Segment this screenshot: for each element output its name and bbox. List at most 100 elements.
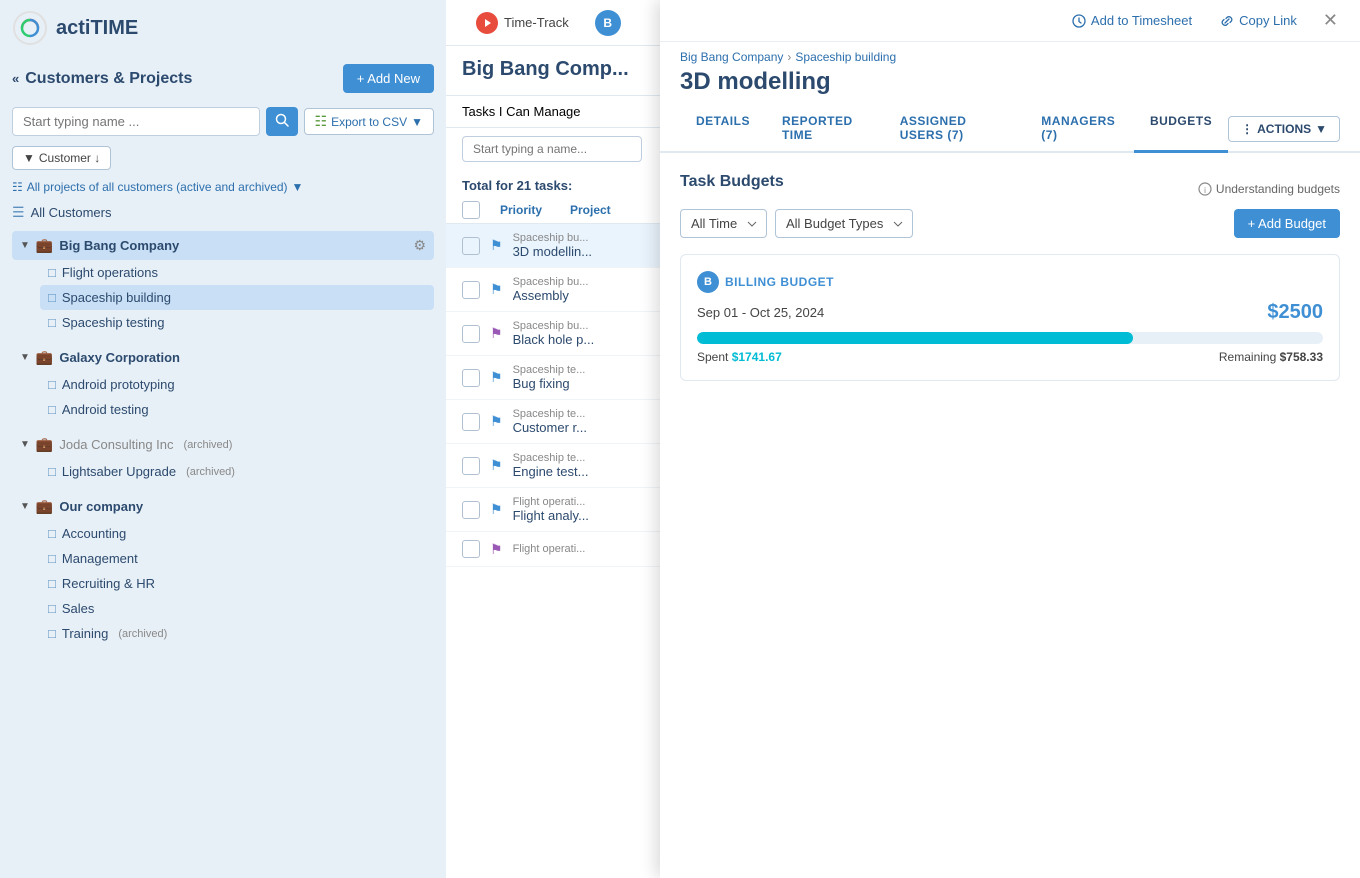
select-all-check[interactable] (462, 201, 490, 219)
tab-managers[interactable]: MANAGERS (7) (1025, 106, 1134, 153)
sidebar: actiTIME « Customers & Projects + Add Ne… (0, 0, 446, 878)
task-checkbox[interactable] (462, 501, 480, 519)
add-to-timesheet-button[interactable]: Add to Timesheet (1064, 9, 1200, 32)
project-icon: □ (48, 464, 56, 479)
task-checkbox[interactable] (462, 457, 480, 475)
project-recruiting[interactable]: □ Recruiting & HR (40, 571, 434, 596)
task-checkbox[interactable] (462, 281, 480, 299)
spent-value: $1741.67 (732, 350, 782, 364)
project-sales[interactable]: □ Sales (40, 596, 434, 621)
customer-big-bang: ▼ 💼 Big Bang Company ⚙ □ Flight operatio… (0, 227, 446, 339)
tab-reported-time[interactable]: REPORTED TIME (766, 106, 884, 153)
task-checkbox[interactable] (462, 540, 480, 558)
project-android-proto[interactable]: □ Android prototyping (40, 372, 434, 397)
understanding-budgets-link[interactable]: i Understanding budgets (1198, 182, 1340, 196)
detail-body: Task Budgets i Understanding budgets All… (660, 153, 1360, 878)
tab-assigned-users[interactable]: ASSIGNED USERS (7) (884, 106, 1026, 153)
budget-dates: Sep 01 - Oct 25, 2024 (697, 305, 824, 320)
time-track-tab[interactable]: Time-Track (462, 4, 583, 42)
priority-flag-icon: ⚑ (490, 413, 503, 430)
project-training[interactable]: □ Training (archived) (40, 621, 434, 646)
project-column-header[interactable]: Project (570, 203, 611, 217)
budget-section-title: Task Budgets (680, 173, 784, 191)
gear-icon[interactable]: ⚙ (413, 237, 426, 254)
task-project: Spaceship bu... (513, 276, 589, 288)
task-info: Flight operati... (513, 543, 586, 555)
priority-flag-icon: ⚑ (490, 325, 503, 342)
tab-details[interactable]: DETAILS (680, 106, 766, 153)
add-new-button[interactable]: + Add New (343, 64, 434, 93)
budget-progress-fill (697, 332, 1133, 344)
breadcrumb-project[interactable]: Spaceship building (795, 50, 896, 64)
project-spaceship-testing[interactable]: □ Spaceship testing (40, 310, 434, 335)
sidebar-title: « Customers & Projects (12, 70, 192, 88)
customer-joda-header[interactable]: ▼ 💼 Joda Consulting Inc (archived) (12, 430, 434, 459)
budget-spent: Spent $1741.67 (697, 350, 782, 364)
task-name: Customer r... (513, 420, 587, 435)
project-management[interactable]: □ Management (40, 546, 434, 571)
all-time-select[interactable]: All Time (680, 209, 767, 238)
task-checkbox[interactable] (462, 325, 480, 343)
customer-galaxy-header[interactable]: ▼ 💼 Galaxy Corporation (12, 343, 434, 372)
task-project: Spaceship te... (513, 408, 587, 420)
customer-filter-button[interactable]: ▼ Customer ↓ (12, 146, 111, 170)
breadcrumb-company[interactable]: Big Bang Company (680, 50, 783, 64)
project-icon: □ (48, 601, 56, 616)
project-spaceship-building[interactable]: □ Spaceship building (40, 285, 434, 310)
link-icon (1220, 14, 1234, 28)
breadcrumb: Big Bang Company › Spaceship building (660, 42, 1360, 66)
company-icon: 💼 (36, 436, 53, 453)
company-icon: 💼 (36, 237, 53, 254)
all-projects-dropdown-icon: ▼ (292, 180, 304, 194)
tab-budgets[interactable]: BUDGETS (1134, 106, 1228, 153)
task-name: 3D modellin... (513, 244, 592, 259)
filter-icon: ☷ (12, 180, 23, 194)
caret-down-icon: ▼ (20, 439, 30, 450)
detail-top-bar: Add to Timesheet Copy Link ✕ (660, 0, 1360, 42)
sidebar-title-bar: « Customers & Projects + Add New (0, 56, 446, 101)
project-list-big-bang: □ Flight operations □ Spaceship building… (12, 260, 434, 335)
all-budget-types-select[interactable]: All Budget Types (775, 209, 913, 238)
task-name: Flight analy... (513, 508, 589, 523)
search-input[interactable] (12, 107, 260, 136)
budget-progress-bar (697, 332, 1323, 344)
priority-flag-icon: ⚑ (490, 457, 503, 474)
customer-name-row: ▼ 💼 Big Bang Company (20, 237, 179, 254)
tasks-filter-input[interactable] (462, 136, 642, 162)
customer-name: Joda Consulting Inc (59, 437, 173, 452)
all-customers-row[interactable]: ☰ All Customers (0, 198, 446, 227)
project-lightsaber[interactable]: □ Lightsaber Upgrade (archived) (40, 459, 434, 484)
actions-dots-icon: ⋮ (1241, 122, 1253, 136)
task-name: Assembly (513, 288, 589, 303)
task-name: Bug fixing (513, 376, 586, 391)
task-info: Spaceship bu... Black hole p... (513, 320, 595, 347)
project-accounting[interactable]: □ Accounting (40, 521, 434, 546)
company-icon: 💼 (36, 498, 53, 515)
export-csv-button[interactable]: ☷ Export to CSV ▼ (304, 108, 434, 135)
priority-flag-icon: ⚑ (490, 541, 503, 558)
task-checkbox[interactable] (462, 413, 480, 431)
copy-link-button[interactable]: Copy Link (1212, 9, 1305, 32)
priority-column-header[interactable]: Priority (500, 203, 560, 217)
list-icon: ☰ (12, 204, 25, 221)
nav-tab2[interactable]: B (595, 10, 621, 36)
collapse-icon[interactable]: « (12, 71, 19, 86)
customer-our-company-header[interactable]: ▼ 💼 Our company (12, 492, 434, 521)
project-flight-operations[interactable]: □ Flight operations (40, 260, 434, 285)
task-project: Flight operati... (513, 496, 589, 508)
task-checkbox[interactable] (462, 369, 480, 387)
logo: actiTIME (12, 10, 138, 46)
customer-big-bang-header[interactable]: ▼ 💼 Big Bang Company ⚙ (12, 231, 434, 260)
detail-close-button[interactable]: ✕ (1317, 8, 1344, 33)
all-projects-filter[interactable]: ☷ All projects of all customers (active … (0, 176, 446, 198)
project-android-testing[interactable]: □ Android testing (40, 397, 434, 422)
task-checkbox[interactable] (462, 237, 480, 255)
time-track-label: Time-Track (504, 15, 569, 30)
budget-amount: $2500 (1267, 301, 1323, 324)
search-button[interactable] (266, 107, 298, 136)
project-icon: □ (48, 551, 56, 566)
add-budget-button[interactable]: + Add Budget (1234, 209, 1340, 238)
customer-joda: ▼ 💼 Joda Consulting Inc (archived) □ Lig… (0, 426, 446, 488)
actions-button[interactable]: ⋮ ACTIONS ▼ (1228, 116, 1340, 142)
task-info: Spaceship te... Customer r... (513, 408, 587, 435)
